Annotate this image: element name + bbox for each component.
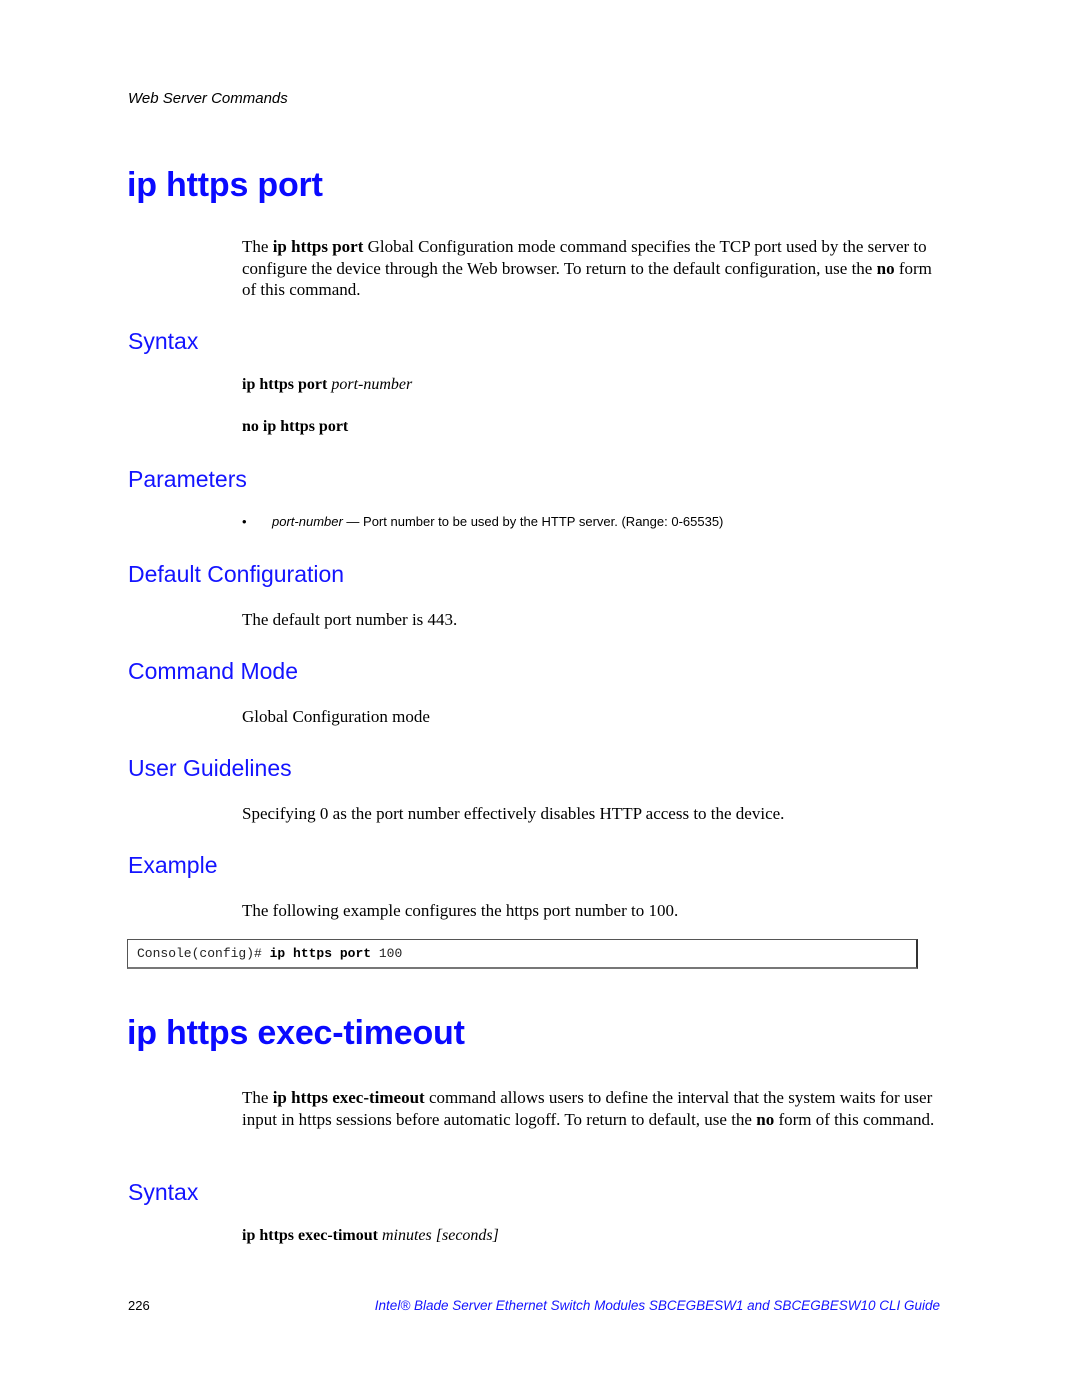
- bullet-icon: •: [242, 514, 247, 529]
- default-configuration-text: The default port number is 443.: [242, 610, 458, 629]
- intro-text: The: [242, 237, 273, 256]
- intro-no-keyword: no: [756, 1109, 775, 1129]
- syntax-command: no ip https port: [242, 418, 349, 435]
- running-header: Web Server Commands: [128, 90, 288, 107]
- intro-paragraph-https-port: The ip https port Global Configuration m…: [242, 236, 942, 301]
- syntax-line: ip https exec-timout minutes [seconds]: [242, 1227, 499, 1245]
- intro-no-keyword: no: [876, 258, 895, 278]
- default-configuration-heading: Default Configuration: [128, 561, 345, 587]
- command-title-https-port: ip https port: [127, 166, 323, 204]
- parameter-description: — Port number to be used by the HTTP ser…: [342, 514, 724, 529]
- syntax-heading: Syntax: [128, 1179, 199, 1205]
- command-mode-text: Global Configuration mode: [242, 707, 430, 726]
- syntax-command: ip https port: [242, 376, 328, 393]
- code-argument: 100: [371, 946, 403, 961]
- syntax-argument: minutes [seconds]: [381, 1227, 499, 1244]
- example-text: The following example configures the htt…: [242, 901, 679, 920]
- command-mode-heading: Command Mode: [128, 658, 299, 684]
- user-guidelines-text: Specifying 0 as the port number effectiv…: [242, 804, 785, 823]
- code-command: ip https port: [269, 946, 372, 961]
- parameter-name: port-number: [272, 514, 343, 529]
- command-title-https-exec-timeout: ip https exec-timeout: [127, 1014, 465, 1052]
- syntax-line: ip https port port-number: [242, 376, 412, 394]
- example-heading: Example: [128, 852, 218, 878]
- intro-text: The: [242, 1088, 273, 1107]
- page-number: 226: [128, 1298, 150, 1313]
- syntax-heading: Syntax: [128, 328, 199, 354]
- guide-title: Intel® Blade Server Ethernet Switch Modu…: [374, 1298, 940, 1313]
- syntax-argument: port-number: [331, 376, 413, 393]
- intro-text: form of this command.: [774, 1109, 935, 1129]
- example-code-block: Console(config)# ip https port 100: [127, 939, 918, 969]
- syntax-command: ip https exec-timout: [242, 1227, 378, 1244]
- code-prompt: Console(config)#: [137, 946, 270, 961]
- parameters-heading: Parameters: [128, 466, 247, 492]
- intro-paragraph-exec-timeout: The ip https exec-timeout command allows…: [242, 1087, 942, 1130]
- user-guidelines-heading: User Guidelines: [128, 755, 292, 781]
- intro-command: ip https exec-timeout: [272, 1088, 425, 1107]
- parameter-item: • port-number — Port number to be used by…: [242, 514, 723, 529]
- syntax-line: no ip https port: [242, 418, 348, 436]
- intro-command: ip https port: [272, 237, 364, 256]
